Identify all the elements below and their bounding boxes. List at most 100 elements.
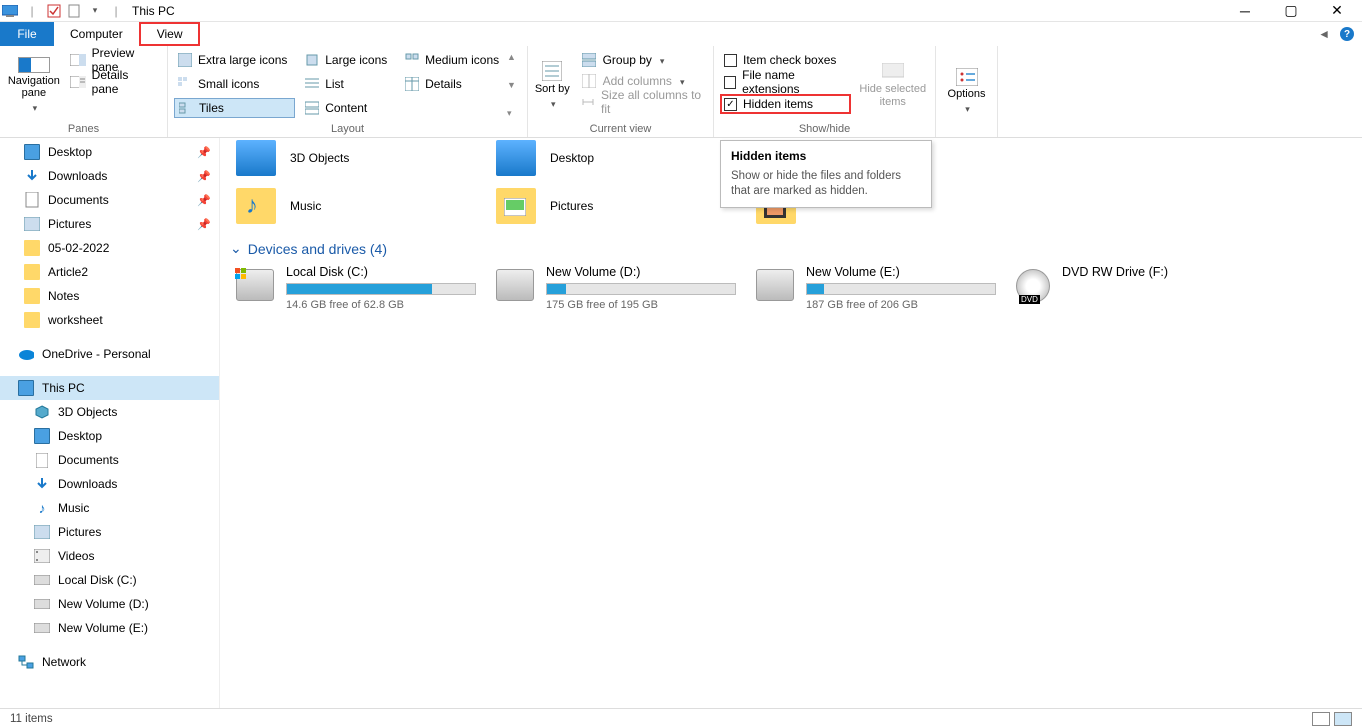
- tree-d-drive[interactable]: New Volume (D:): [0, 592, 219, 616]
- tab-view[interactable]: View: [139, 22, 201, 46]
- qat-item[interactable]: [46, 3, 62, 19]
- tree-3d-objects[interactable]: 3D Objects: [0, 400, 219, 424]
- tooltip-hidden-items: Hidden items Show or hide the files and …: [720, 140, 932, 208]
- maximize-button[interactable]: ▢: [1268, 0, 1314, 22]
- folder-icon: [24, 264, 40, 280]
- drive-f[interactable]: DVD DVD RW Drive (F:): [1016, 265, 1256, 311]
- tree-folder[interactable]: Notes: [0, 284, 219, 308]
- options-icon: [956, 68, 978, 86]
- qat-dropdown[interactable]: [86, 3, 102, 19]
- view-tiles[interactable]: Tiles: [174, 98, 295, 118]
- tree-onedrive[interactable]: OneDrive - Personal: [0, 342, 219, 366]
- section-devices[interactable]: ⌄Devices and drives (4): [230, 240, 1346, 257]
- folder-3d-objects[interactable]: 3D Objects: [236, 138, 466, 182]
- view-list[interactable]: List: [301, 74, 395, 94]
- group-label-current: Current view: [534, 121, 707, 135]
- drive-e[interactable]: New Volume (E:) 187 GB free of 206 GB: [756, 265, 996, 311]
- onedrive-icon: [18, 346, 34, 362]
- status-view-tiles[interactable]: [1334, 712, 1352, 726]
- tree-e-drive[interactable]: New Volume (E:): [0, 616, 219, 640]
- minimize-button[interactable]: ─: [1222, 0, 1268, 22]
- network-icon: [18, 654, 34, 670]
- view-extra-large[interactable]: Extra large icons: [174, 50, 295, 70]
- sort-by-button[interactable]: Sort by: [534, 50, 571, 121]
- group-by-button[interactable]: Group by: [577, 50, 707, 70]
- details-pane-icon: [70, 74, 86, 90]
- tab-computer[interactable]: Computer: [54, 22, 139, 46]
- sort-icon: [542, 61, 562, 81]
- navigation-pane-icon: [18, 57, 50, 73]
- drive-c[interactable]: Local Disk (C:) 14.6 GB free of 62.8 GB: [236, 265, 476, 311]
- tree-music[interactable]: ♪Music: [0, 496, 219, 520]
- capacity-bar: [286, 283, 476, 295]
- checkbox-icon: [724, 98, 737, 111]
- view-large[interactable]: Large icons: [301, 50, 395, 70]
- separator: |: [24, 3, 40, 19]
- tree-folder[interactable]: worksheet: [0, 308, 219, 332]
- tree-network[interactable]: Network: [0, 650, 219, 674]
- options-button[interactable]: Options: [942, 50, 991, 133]
- tooltip-title: Hidden items: [731, 149, 921, 163]
- navigation-tree[interactable]: Desktop📌 Downloads📌 Documents📌 Pictures📌…: [0, 138, 220, 708]
- pictures-icon: [34, 524, 50, 540]
- tree-desktop2[interactable]: Desktop: [0, 424, 219, 448]
- videos-icon: [34, 548, 50, 564]
- pin-icon: 📌: [197, 194, 211, 207]
- layout-scroll-down[interactable]: ▼: [507, 80, 521, 90]
- tree-pictures2[interactable]: Pictures: [0, 520, 219, 544]
- folder-pictures[interactable]: Pictures: [496, 182, 726, 230]
- drive-d[interactable]: New Volume (D:) 175 GB free of 195 GB: [496, 265, 736, 311]
- drive-icon: [34, 572, 50, 588]
- group-label-showhide: Show/hide: [720, 121, 929, 135]
- help-icon[interactable]: ?: [1340, 27, 1354, 41]
- folder-icon: [496, 140, 536, 176]
- downloads-icon: [34, 476, 50, 492]
- file-extensions-toggle[interactable]: File name extensions: [720, 72, 851, 92]
- separator: |: [108, 3, 124, 19]
- tree-downloads2[interactable]: Downloads: [0, 472, 219, 496]
- item-checkboxes-toggle[interactable]: Item check boxes: [720, 50, 851, 70]
- folder-music[interactable]: ♪Music: [236, 182, 466, 230]
- folder-desktop[interactable]: Desktop: [496, 138, 726, 182]
- tree-documents2[interactable]: Documents: [0, 448, 219, 472]
- tree-desktop[interactable]: Desktop📌: [0, 140, 219, 164]
- pictures-icon: [24, 216, 40, 232]
- tree-this-pc[interactable]: This PC: [0, 376, 219, 400]
- hidden-items-toggle[interactable]: Hidden items: [720, 94, 851, 114]
- qat-item[interactable]: [66, 3, 82, 19]
- layout-expand[interactable]: ▾: [507, 108, 521, 119]
- hide-selected-button[interactable]: Hide selected items: [857, 50, 930, 121]
- tree-folder[interactable]: Article2: [0, 260, 219, 284]
- desktop-icon: [34, 428, 50, 444]
- drive-icon: [34, 620, 50, 636]
- tree-documents[interactable]: Documents📌: [0, 188, 219, 212]
- thispc-title-icon: [2, 3, 18, 19]
- view-medium[interactable]: Medium icons: [401, 50, 507, 70]
- content-pane[interactable]: 3D Objects Desktop Downloads ♪Music Pict…: [220, 138, 1362, 708]
- preview-pane-button[interactable]: Preview pane: [66, 50, 161, 70]
- tree-videos[interactable]: Videos: [0, 544, 219, 568]
- size-all-columns-button[interactable]: Size all columns to fit: [577, 92, 707, 112]
- tree-folder[interactable]: 05-02-2022: [0, 236, 219, 260]
- view-details[interactable]: Details: [401, 74, 507, 94]
- view-small[interactable]: Small icons: [174, 74, 295, 94]
- tree-pictures[interactable]: Pictures📌: [0, 212, 219, 236]
- drive-icon: [756, 269, 794, 301]
- checkbox-icon: [724, 76, 736, 89]
- drive-icon: [34, 596, 50, 612]
- documents-icon: [24, 192, 40, 208]
- close-button[interactable]: ✕: [1314, 0, 1360, 22]
- tab-file[interactable]: File: [0, 22, 54, 46]
- 3d-icon: [34, 404, 50, 420]
- details-pane-button[interactable]: Details pane: [66, 72, 161, 92]
- ribbon-pin-icon[interactable]: ◄: [1318, 27, 1330, 41]
- navigation-pane-button[interactable]: Navigation pane: [6, 50, 62, 121]
- tree-downloads[interactable]: Downloads📌: [0, 164, 219, 188]
- tree-c-drive[interactable]: Local Disk (C:): [0, 568, 219, 592]
- layout-scroll-up[interactable]: ▲: [507, 52, 521, 62]
- hide-selected-icon: [882, 63, 904, 81]
- view-content[interactable]: Content: [301, 98, 395, 118]
- window-title: This PC: [132, 4, 175, 18]
- downloads-icon: [24, 168, 40, 184]
- status-view-details[interactable]: [1312, 712, 1330, 726]
